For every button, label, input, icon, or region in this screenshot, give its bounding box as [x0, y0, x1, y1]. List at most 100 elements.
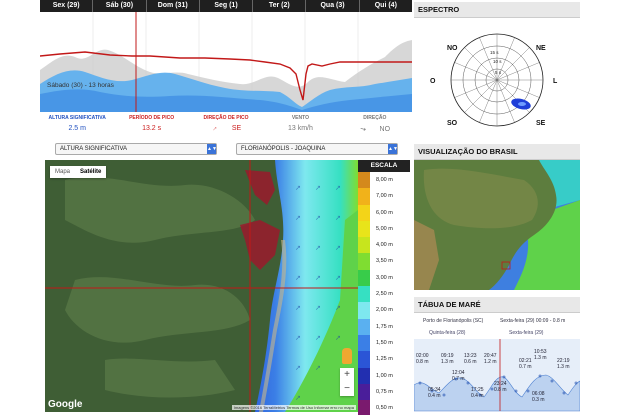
- map-layers: ↗ ↗ ↗ ↗ ↗ ↗ ↗ ↗ ↗ ↗ ↗ ↗ ↗ ↗ ↗ ↗ ↗ ↗ ↗ ↗ ↗: [45, 160, 358, 412]
- zoom-in-button[interactable]: +: [340, 368, 354, 382]
- scale-row: 3,00 m: [358, 269, 410, 287]
- tide-event: 23:24 0.8 m: [494, 381, 507, 393]
- scale-label: 1,50 m: [376, 339, 393, 346]
- page: Sex (29) Sáb (30) Dom (31) Seg (1) Ter (…: [0, 0, 622, 415]
- scale-label: 1,75 m: [376, 323, 393, 330]
- stat-wind-direction: DIREÇÃO ↗ NO: [338, 112, 412, 138]
- day-tab[interactable]: Sáb (30): [93, 0, 147, 12]
- svg-text:↗: ↗: [295, 365, 301, 372]
- stat-wave-height: ALTURA SIGNIFICATIVA 2.5 m: [40, 112, 114, 138]
- zoom-out-button[interactable]: −: [340, 382, 354, 396]
- scale-swatch: [358, 400, 370, 415]
- scale-swatch: [358, 172, 370, 189]
- compass-label: SE: [536, 120, 546, 127]
- tide-height: 0.7 m: [519, 364, 532, 370]
- svg-text:↗: ↗: [295, 305, 301, 312]
- stat-value: 2.5 m: [68, 125, 86, 132]
- tide-height: 0.8 m: [416, 359, 429, 365]
- zoom-control: + −: [340, 368, 354, 396]
- day-tab[interactable]: Sex (29): [40, 0, 94, 12]
- tide-height: 1.3 m: [557, 364, 570, 370]
- scale-label: 2,50 m: [376, 291, 393, 298]
- brazil-map[interactable]: [414, 160, 580, 290]
- scale-row: 2,00 m: [358, 302, 410, 319]
- svg-text:↗: ↗: [315, 275, 321, 282]
- spectrum-peak-core: [518, 102, 526, 106]
- scale-swatch: [358, 253, 370, 270]
- tab-satellite[interactable]: Satélite: [75, 166, 106, 178]
- scale-swatch: [358, 188, 370, 205]
- scale-row: 1,25 m: [358, 351, 410, 368]
- selects-row: ALTURA SIGNIFICATIVA ▲▼ FLORIANÓPOLIS - …: [40, 143, 412, 156]
- brazil-title: VISUALIZAÇÃO DO BRASIL: [414, 144, 580, 160]
- svg-text:↗: ↗: [315, 215, 321, 222]
- scale-row: 4,00 m: [358, 237, 410, 254]
- stat-peak-period: PERÍODO DE PICO 13.2 s: [114, 112, 188, 138]
- stat-label: ALTURA SIGNIFICATIVA: [48, 115, 106, 121]
- tide-height: 0.3 m: [532, 397, 545, 403]
- stat-peak-direction: DIREÇÃO DE PICO → SE: [189, 112, 263, 138]
- location-select[interactable]: FLORIANÓPOLIS - JOAQUINA ▲▼: [236, 143, 398, 155]
- ring-label: 10 s: [493, 59, 502, 64]
- scale-swatch: [358, 302, 370, 319]
- scale-swatch: [358, 237, 370, 254]
- scale-rows: 8,00 m 7,00 m 6,00 m 5,00 m 4,00 m 3,50 m 3,00…: [358, 172, 410, 415]
- tide-event: 09:19 1.3 m: [441, 353, 454, 365]
- stat-label: VENTO: [291, 115, 309, 121]
- scale-label: 4,00 m: [376, 242, 393, 249]
- map-credits[interactable]: Imagens ©2016 TerraMetrics Termos de Uso…: [231, 405, 356, 410]
- day-tab[interactable]: Ter (2): [253, 0, 307, 12]
- svg-text:↗: ↗: [295, 185, 301, 192]
- chart-caption: Sábado (30) - 13 horas: [47, 82, 114, 89]
- scale-label: 0,50 m: [376, 405, 393, 412]
- svg-text:↗: ↗: [335, 185, 341, 192]
- scale-swatch: [358, 269, 370, 287]
- stat-value: NO: [379, 126, 391, 133]
- scale-label: 0,75 m: [376, 388, 393, 395]
- tide-event: 02:00 0.8 m: [416, 353, 429, 365]
- scale-row: 0,75 m: [358, 383, 410, 401]
- compass-label: NE: [536, 45, 546, 52]
- day-tab[interactable]: Dom (31): [147, 0, 200, 12]
- ring-labels: 15 s 10 s 5 s: [490, 50, 502, 75]
- svg-text:↗: ↗: [315, 245, 321, 252]
- stat-label: PERÍODO DE PICO: [129, 115, 175, 121]
- scale-label: 1,00 m: [376, 372, 393, 379]
- tab-map[interactable]: Mapa: [50, 166, 75, 178]
- google-logo: Google: [48, 399, 83, 410]
- tide-height: 1.3 m: [534, 355, 547, 361]
- tide-event: 13:23 0.6 m: [464, 353, 477, 365]
- tide-event: 17:25 0.4 m: [471, 387, 484, 399]
- scale-label: 5,00 m: [376, 225, 393, 232]
- scale-label: 3,50 m: [376, 258, 393, 265]
- svg-text:↗: ↗: [315, 185, 321, 192]
- brazil-panel: VISUALIZAÇÃO DO BRASIL: [414, 144, 580, 292]
- scale-label: 7,00 m: [376, 193, 393, 200]
- scale-legend: ESCALA 8,00 m 7,00 m 6,00 m 5,00 m 4,00 m 3,5…: [358, 160, 410, 415]
- chevron-down-icon: ▲▼: [207, 144, 217, 154]
- arrow-icon: →: [209, 123, 220, 134]
- scale-row: 2,50 m: [358, 286, 410, 303]
- arrow-icon: ↗: [357, 124, 367, 134]
- day-tab[interactable]: Qua (3): [306, 0, 360, 12]
- day-tab[interactable]: Seg (1): [200, 0, 254, 12]
- tide-title: TÁBUA DE MARÉ: [414, 297, 580, 313]
- svg-text:↗: ↗: [315, 335, 321, 342]
- wave-chart-svg: [40, 12, 412, 112]
- scale-swatch: [358, 383, 370, 401]
- svg-text:↗: ↗: [315, 365, 321, 372]
- stat-value: SE: [231, 125, 242, 132]
- wave-forecast-chart[interactable]: Sábado (30) - 13 horas: [40, 12, 412, 112]
- scale-row: 3,50 m: [358, 253, 410, 270]
- spectrum-chart: NO NE O L SO SE 15 s 10 s 5 s: [430, 33, 558, 127]
- tide-event: 22:19 1.3 m: [557, 358, 570, 370]
- wave-map[interactable]: ↗ ↗ ↗ ↗ ↗ ↗ ↗ ↗ ↗ ↗ ↗ ↗ ↗ ↗ ↗ ↗ ↗ ↗ ↗ ↗ ↗ Mapa Satéli…: [45, 160, 358, 412]
- tide-event: 02:21 0.7 m: [519, 358, 532, 370]
- parameter-select[interactable]: ALTURA SIGNIFICATIVA ▲▼: [55, 143, 217, 155]
- scale-row: 1,00 m: [358, 367, 410, 384]
- stat-value: 13.2 s: [142, 125, 162, 132]
- day-tab[interactable]: Qui (4): [360, 0, 412, 12]
- svg-text:↗: ↗: [295, 335, 301, 342]
- ring-label: 5 s: [495, 70, 502, 75]
- street-view-icon[interactable]: [342, 348, 352, 364]
